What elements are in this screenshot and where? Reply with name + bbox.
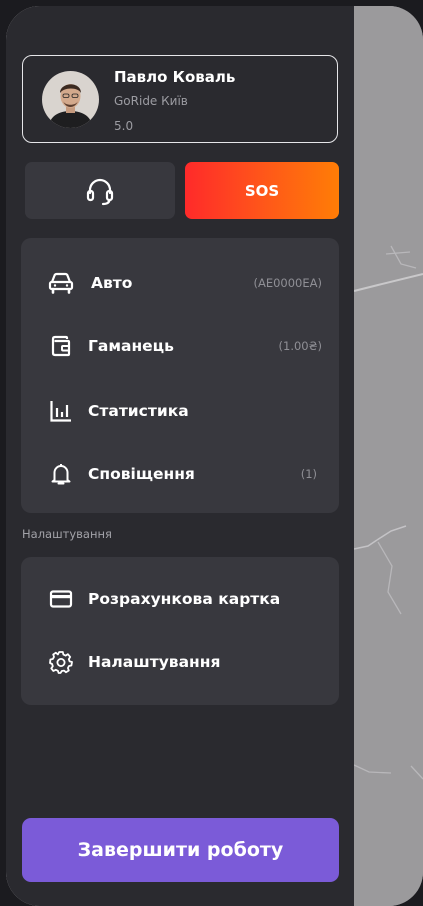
settings-menu: Розрахункова картка Налаштування bbox=[21, 557, 339, 705]
menu-item-payment-card[interactable]: Розрахункова картка bbox=[21, 577, 339, 621]
gear-icon bbox=[48, 649, 74, 675]
bar-chart-icon bbox=[48, 398, 74, 424]
profile-company: GoRide Київ bbox=[114, 94, 188, 108]
support-button[interactable] bbox=[25, 162, 175, 219]
menu-item-auto[interactable]: Авто (AE0000EA) bbox=[21, 261, 339, 305]
profile-name: Павло Коваль bbox=[114, 68, 236, 86]
menu-item-statistics[interactable]: Статистика bbox=[21, 389, 339, 433]
profile-rating: 5.0 bbox=[114, 119, 134, 133]
car-icon bbox=[48, 270, 74, 296]
menu-item-label: Статистика bbox=[88, 402, 189, 420]
profile-card[interactable]: Павло Коваль GoRide Київ 5.0 bbox=[22, 55, 338, 143]
menu-item-label: Розрахункова картка bbox=[88, 590, 281, 608]
sos-button[interactable]: SOS bbox=[185, 162, 339, 219]
wallet-icon bbox=[48, 333, 74, 359]
settings-section-title: Налаштування bbox=[22, 527, 112, 541]
menu-item-label: Гаманець bbox=[88, 337, 174, 355]
menu-item-settings[interactable]: Налаштування bbox=[21, 640, 339, 684]
bell-icon bbox=[48, 461, 74, 487]
menu-item-label: Сповіщення bbox=[88, 465, 195, 483]
phone-screen: Павло Коваль GoRide Київ 5.0 SOS Авто (A… bbox=[6, 6, 423, 906]
menu-item-label: Авто bbox=[91, 274, 133, 292]
menu-item-wallet[interactable]: Гаманець (1.00₴) bbox=[21, 324, 339, 368]
finish-shift-button[interactable]: Завершити роботу bbox=[22, 818, 339, 882]
headset-icon bbox=[86, 178, 114, 205]
side-drawer: Павло Коваль GoRide Київ 5.0 SOS Авто (A… bbox=[6, 6, 354, 906]
menu-item-value: (AE0000EA) bbox=[253, 276, 322, 290]
main-menu: Авто (AE0000EA) Гаманець (1.00₴) Статист… bbox=[21, 238, 339, 513]
avatar bbox=[42, 71, 99, 128]
menu-item-value: (1) bbox=[300, 467, 317, 481]
menu-item-notifications[interactable]: Сповіщення (1) bbox=[21, 452, 339, 496]
credit-card-icon bbox=[48, 586, 74, 612]
menu-item-value: (1.00₴) bbox=[278, 339, 322, 353]
menu-item-label: Налаштування bbox=[88, 653, 221, 671]
